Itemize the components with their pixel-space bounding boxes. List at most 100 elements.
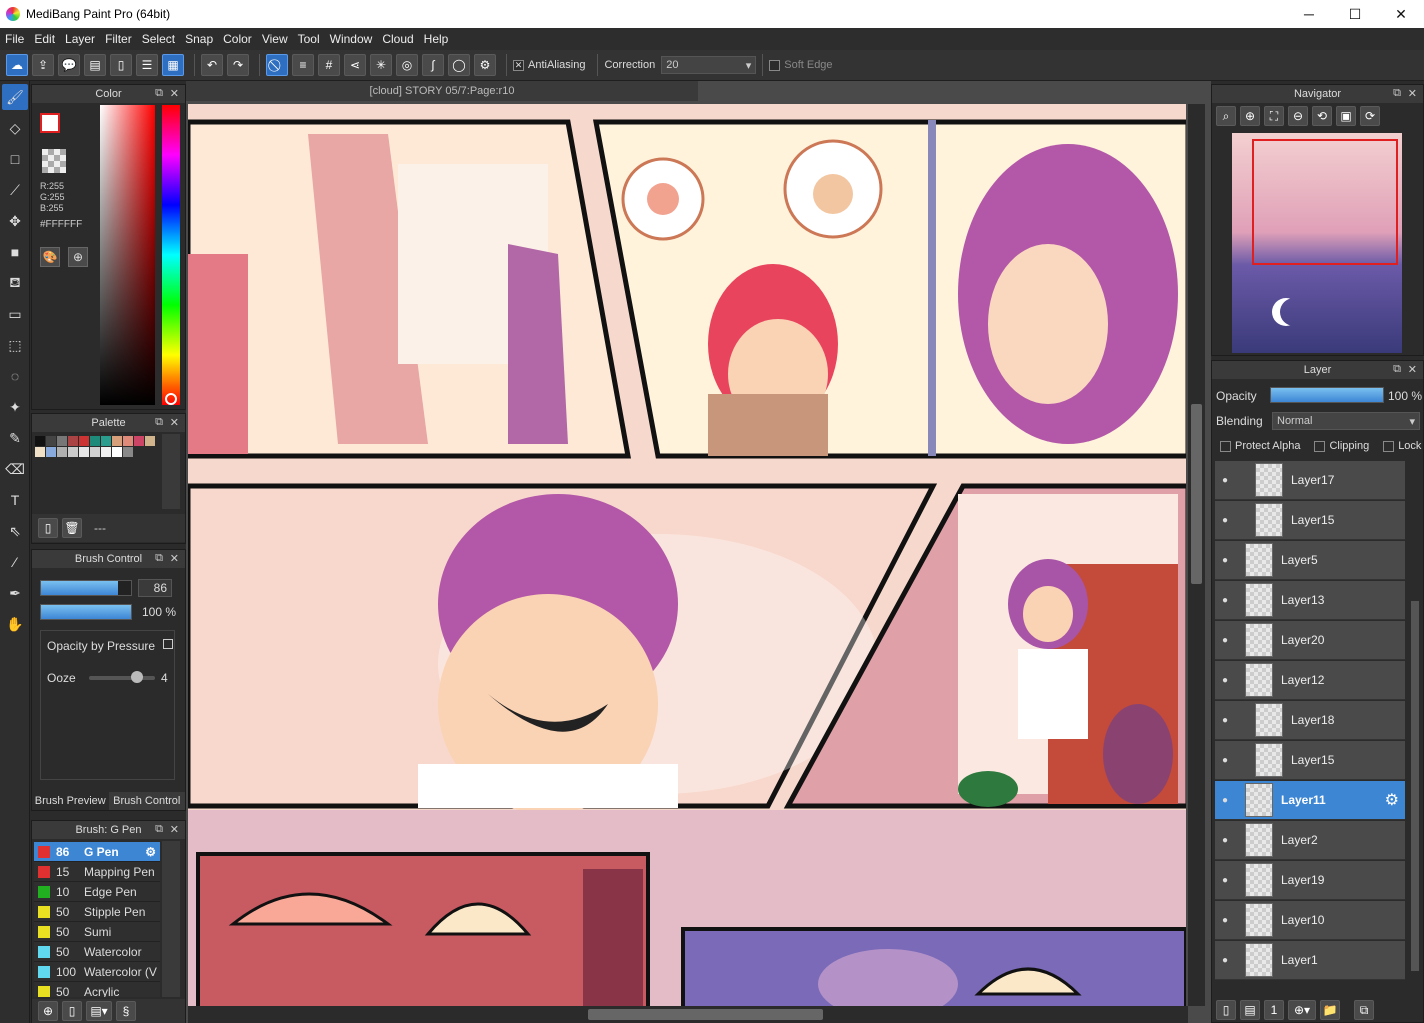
cloud-icon[interactable]: ☁: [6, 54, 28, 76]
layer-scroll-thumb[interactable]: [1411, 601, 1419, 971]
layer-opacity-slider[interactable]: [1270, 387, 1384, 403]
menu-select[interactable]: Select: [137, 28, 180, 50]
layer-row[interactable]: ● Layer13: [1215, 581, 1405, 620]
vanishing-point-icon[interactable]: ⋖: [344, 54, 366, 76]
rectangle-tool-icon[interactable]: □: [2, 146, 28, 172]
layer-settings-gear-icon[interactable]: ⚙: [1385, 790, 1399, 810]
palette-scrollbar[interactable]: [162, 434, 180, 509]
layer-row[interactable]: ● Layer11 ⚙: [1215, 781, 1405, 820]
visibility-eye-icon[interactable]: ●: [1215, 595, 1235, 606]
horizontal-scroll-thumb[interactable]: [588, 1009, 823, 1020]
brush-settings-icon[interactable]: §: [116, 1001, 136, 1021]
eraser-tool-icon[interactable]: ◇: [2, 115, 28, 141]
select-eraser-tool-icon[interactable]: ⌫: [2, 456, 28, 482]
menu-layer[interactable]: Layer: [60, 28, 100, 50]
visibility-eye-icon[interactable]: ●: [1215, 955, 1235, 966]
opacity-pressure-checkbox[interactable]: [163, 639, 173, 649]
new-brush-icon[interactable]: ▯: [62, 1001, 82, 1021]
palette-swatch[interactable]: [68, 436, 78, 446]
new-palette-icon[interactable]: ▯: [38, 518, 58, 538]
undock-icon[interactable]: ⧉: [1393, 87, 1401, 100]
palette-swatch[interactable]: [35, 436, 45, 446]
rotate-left-icon[interactable]: ⟲: [1312, 106, 1332, 126]
brush-list-item[interactable]: 10 Edge Pen: [34, 882, 160, 902]
navigator-thumbnail[interactable]: [1232, 133, 1402, 353]
brush-size-slider[interactable]: [40, 580, 132, 596]
brush-size-value[interactable]: 86: [138, 579, 172, 597]
palette-swatch[interactable]: [35, 447, 45, 457]
tab-brush-preview[interactable]: Brush Preview: [32, 792, 109, 810]
undock-icon[interactable]: ⧉: [155, 552, 163, 565]
correction-select[interactable]: 20 ▾: [661, 56, 757, 74]
menu-window[interactable]: Window: [325, 28, 378, 50]
close-icon[interactable]: ✕: [1408, 87, 1417, 100]
close-icon[interactable]: ✕: [170, 552, 179, 565]
dot-tool-icon[interactable]: ⟋: [2, 177, 28, 203]
palette-swatch[interactable]: [112, 436, 122, 446]
hue-handle[interactable]: [165, 393, 177, 405]
visibility-eye-icon[interactable]: ●: [1215, 555, 1235, 566]
menu-filter[interactable]: Filter: [100, 28, 137, 50]
menu-tool[interactable]: Tool: [293, 28, 325, 50]
palette-swatch[interactable]: [112, 447, 122, 457]
new-1bit-layer-icon[interactable]: 1: [1264, 1000, 1284, 1020]
undock-icon[interactable]: ⧉: [155, 87, 163, 100]
operation-tool-icon[interactable]: ⇖: [2, 518, 28, 544]
layer-row[interactable]: ● Layer15: [1215, 741, 1405, 780]
palette-swatch[interactable]: [79, 447, 89, 457]
layer-row[interactable]: ● Layer15: [1215, 501, 1405, 540]
layer-row[interactable]: ● Layer2: [1215, 821, 1405, 860]
visibility-eye-icon[interactable]: ●: [1215, 755, 1235, 766]
palette-swatch[interactable]: [57, 436, 67, 446]
antialiasing-checkbox[interactable]: ✕: [513, 59, 524, 71]
close-icon[interactable]: ✕: [170, 416, 179, 429]
layer-row[interactable]: ● Layer19: [1215, 861, 1405, 900]
lock-checkbox[interactable]: [1383, 440, 1395, 452]
clipping-checkbox[interactable]: [1314, 440, 1326, 452]
maximize-button[interactable]: ☐: [1332, 0, 1378, 28]
palette-swatch[interactable]: [101, 436, 111, 446]
layer-row[interactable]: ● Layer20: [1215, 621, 1405, 660]
color-wheel-icon[interactable]: 🎨: [40, 247, 60, 267]
fill-rect-tool-icon[interactable]: ■: [2, 239, 28, 265]
document-tab[interactable]: [cloud] STORY 05/7:Page:r10: [186, 81, 698, 101]
menu-file[interactable]: File: [0, 28, 29, 50]
bucket-tool-icon[interactable]: ⛾: [2, 270, 28, 296]
undock-icon[interactable]: ⧉: [155, 823, 163, 836]
divide-tool-icon[interactable]: ⁄: [2, 549, 28, 575]
actual-size-icon[interactable]: ▣: [1336, 106, 1356, 126]
menu-view[interactable]: View: [257, 28, 293, 50]
canvas-horizontal-scrollbar[interactable]: [188, 1006, 1188, 1023]
zoom-in-icon[interactable]: ⊕: [1240, 106, 1260, 126]
soft-edge-checkbox[interactable]: [769, 59, 781, 71]
snap-settings-icon[interactable]: ⚙: [474, 54, 496, 76]
duplicate-layer-icon[interactable]: ⧉: [1354, 1000, 1374, 1020]
palette-swatch[interactable]: [90, 436, 100, 446]
layer-list-scrollbar[interactable]: [1408, 461, 1422, 991]
upload-icon[interactable]: ⇪: [32, 54, 54, 76]
lasso-tool-icon[interactable]: ◌: [2, 363, 28, 389]
ooze-slider-handle[interactable]: [131, 671, 143, 683]
visibility-eye-icon[interactable]: ●: [1215, 675, 1235, 686]
comic-artwork[interactable]: [188, 104, 1186, 1006]
layer-row[interactable]: ● Layer18: [1215, 701, 1405, 740]
close-icon[interactable]: ✕: [170, 823, 179, 836]
menu-help[interactable]: Help: [419, 28, 454, 50]
brush-tool-icon[interactable]: 🖌: [2, 84, 28, 110]
palette-swatch[interactable]: [79, 436, 89, 446]
hue-slider[interactable]: [162, 105, 180, 405]
brush-list-item[interactable]: 86 G Pen ⚙: [34, 842, 160, 862]
palette-swatch[interactable]: [101, 447, 111, 457]
brush-list-item[interactable]: 50 Stipple Pen: [34, 902, 160, 922]
palette-swatch[interactable]: [123, 436, 133, 446]
close-icon[interactable]: ✕: [1408, 363, 1417, 376]
zoom-fit-icon[interactable]: ⌕: [1216, 106, 1236, 126]
palette-swatch[interactable]: [145, 436, 155, 446]
ooze-slider[interactable]: [89, 676, 155, 680]
brush-list-scrollbar[interactable]: [162, 841, 180, 997]
add-layer-menu-icon[interactable]: ⊕▾: [1288, 1000, 1316, 1020]
text-tool-icon[interactable]: T: [2, 487, 28, 513]
magic-wand-tool-icon[interactable]: ✦: [2, 394, 28, 420]
add-brush-icon[interactable]: ⊕: [38, 1001, 58, 1021]
eyedropper-tool-icon[interactable]: ✒: [2, 580, 28, 606]
